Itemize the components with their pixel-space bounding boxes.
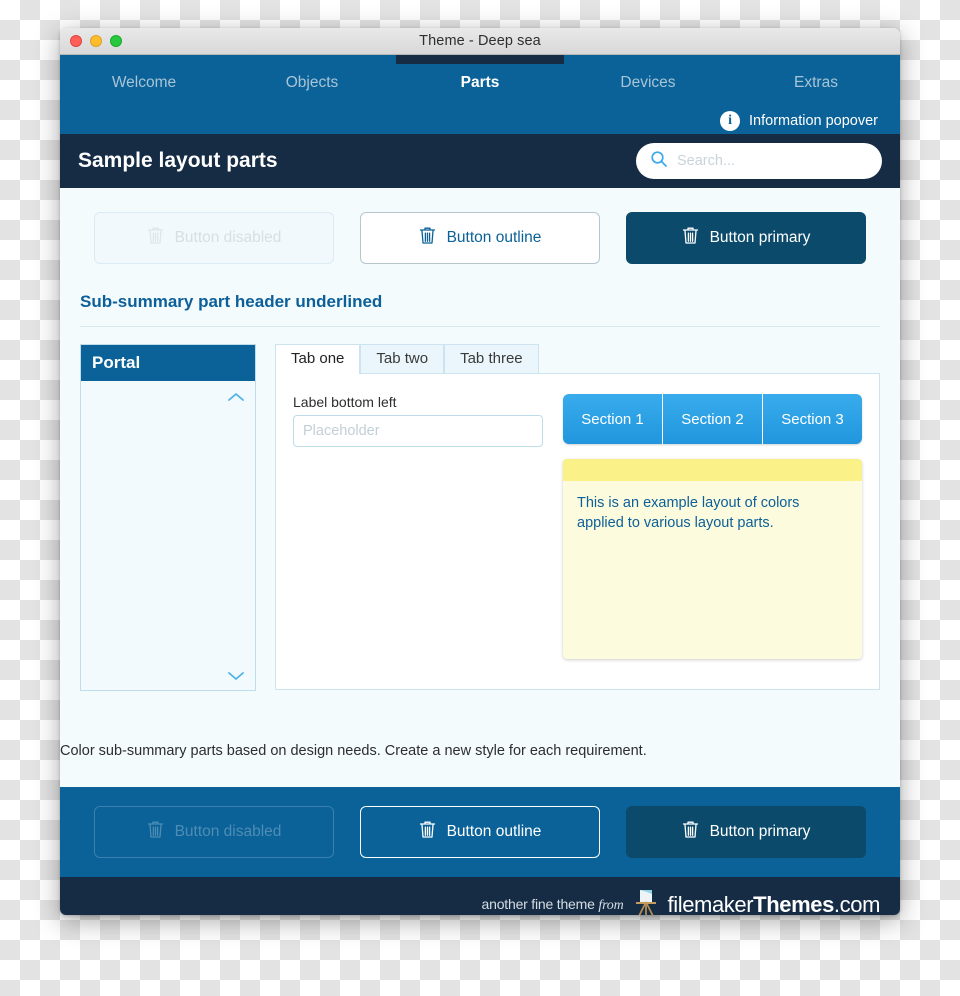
chevron-up-icon[interactable] — [227, 390, 245, 402]
nav-tab-extras[interactable]: Extras — [732, 55, 900, 107]
search-box[interactable] — [636, 143, 882, 179]
segmented-control: Section 1 Section 2 Section 3 — [563, 394, 862, 444]
segment-section-3[interactable]: Section 3 — [763, 394, 862, 444]
bottom-button-primary[interactable]: Button primary — [626, 806, 866, 858]
tab-panel: Tab one Tab two Tab three Label bottom l… — [275, 343, 880, 691]
tab-content-left: Label bottom left — [293, 394, 543, 672]
trash-icon — [682, 226, 699, 250]
information-popover-button[interactable]: i Information popover — [720, 107, 878, 134]
app-window: Theme - Deep sea Welcome Objects Parts D… — [60, 28, 900, 915]
segment-section-1[interactable]: Section 1 — [563, 394, 663, 444]
navbar-tab-list: Welcome Objects Parts Devices Extras — [60, 55, 900, 107]
search-icon — [650, 150, 668, 173]
footer-brand-bold: Themes — [753, 892, 834, 915]
tab-label: Tab one — [291, 349, 345, 367]
bottom-button-disabled: Button disabled — [94, 806, 334, 858]
top-button-row: Button disabled Button outline Button pr… — [60, 188, 900, 282]
nav-tab-devices[interactable]: Devices — [564, 55, 732, 107]
footer-brand-tld: .com — [833, 892, 880, 915]
footer-tagline-text: another fine theme — [481, 896, 599, 912]
footer-brand: filemakerThemes.com — [667, 892, 881, 915]
trash-icon — [147, 820, 164, 844]
bottom-button-row: Button disabled Button outline Button pr… — [94, 806, 866, 858]
footer-button-band: Button disabled Button outline Button pr… — [60, 787, 900, 877]
window-titlebar: Theme - Deep sea — [60, 28, 900, 55]
minimize-button[interactable] — [90, 35, 102, 47]
bottom-button-outline[interactable]: Button outline — [360, 806, 600, 858]
sub-summary-title: Sub-summary part header underlined — [80, 292, 383, 311]
nav-tab-welcome[interactable]: Welcome — [60, 55, 228, 107]
button-label: Button primary — [709, 823, 811, 840]
nav-tab-label: Extras — [794, 74, 838, 91]
tab-one[interactable]: Tab one — [275, 343, 361, 376]
note-card-header — [563, 459, 862, 481]
window-controls[interactable] — [70, 35, 122, 47]
note-card: This is an example layout of colors appl… — [563, 459, 862, 659]
segment-label: Section 2 — [681, 410, 744, 428]
close-button[interactable] — [70, 35, 82, 47]
info-circle-icon: i — [720, 110, 741, 131]
easel-icon — [633, 888, 659, 915]
caption-text: Color sub-summary parts based on design … — [60, 743, 647, 759]
nav-tab-label: Devices — [620, 74, 676, 91]
nav-tab-objects[interactable]: Objects — [228, 55, 396, 107]
portal-header: Portal — [81, 345, 255, 381]
button-label: Button primary — [709, 229, 811, 246]
footer-tagline-italic: from — [598, 898, 624, 913]
portal: Portal — [80, 344, 256, 691]
caption-row: Color sub-summary parts based on design … — [60, 691, 900, 787]
tab-label: Tab two — [376, 349, 429, 367]
trash-icon — [682, 820, 699, 844]
search-input[interactable] — [677, 153, 868, 169]
footer-logo-band: another fine theme from filemakerThemes.… — [60, 877, 900, 915]
tab-label: Tab three — [460, 349, 523, 367]
page-body: Button disabled Button outline Button pr… — [60, 188, 900, 787]
tab-three[interactable]: Tab three — [444, 343, 539, 374]
trash-icon — [419, 226, 436, 250]
footer-tagline: another fine theme from — [482, 896, 624, 914]
content-panel-row: Portal Tab one Tab two Tab three Label b… — [60, 327, 900, 691]
tab-strip: Tab one Tab two Tab three — [275, 343, 880, 376]
note-card-text: This is an example layout of colors appl… — [577, 495, 800, 532]
top-button-primary[interactable]: Button primary — [626, 212, 866, 264]
top-button-disabled: Button disabled — [94, 212, 334, 264]
tab-two[interactable]: Tab two — [360, 343, 445, 374]
zoom-button[interactable] — [110, 35, 122, 47]
chevron-down-icon[interactable] — [227, 669, 245, 681]
button-label: Button disabled — [174, 823, 282, 840]
tab-content-right: Section 1 Section 2 Section 3 This is an… — [563, 394, 862, 672]
portal-body[interactable] — [81, 381, 255, 690]
footer-brand-light: filemaker — [667, 892, 754, 915]
page-header: Sample layout parts — [60, 134, 900, 188]
segment-label: Section 3 — [781, 410, 844, 428]
segment-section-2[interactable]: Section 2 — [663, 394, 763, 444]
button-label: Button outline — [446, 823, 542, 840]
field-label: Label bottom left — [293, 394, 397, 410]
window-title: Theme - Deep sea — [419, 33, 541, 49]
segment-label: Section 1 — [581, 410, 644, 428]
information-popover-label: Information popover — [749, 112, 878, 129]
nav-tab-label: Welcome — [111, 74, 177, 91]
button-label: Button outline — [446, 229, 542, 246]
placeholder-field[interactable] — [293, 415, 543, 447]
page-title: Sample layout parts — [78, 149, 278, 172]
top-button-outline[interactable]: Button outline — [360, 212, 600, 264]
nav-tab-parts[interactable]: Parts — [396, 55, 564, 107]
trash-icon — [147, 226, 164, 250]
button-label: Button disabled — [174, 229, 282, 246]
primary-navbar: Welcome Objects Parts Devices Extras i I… — [60, 55, 900, 134]
trash-icon — [419, 820, 436, 844]
sub-summary-part: Sub-summary part header underlined — [80, 286, 880, 327]
nav-tab-label: Parts — [460, 74, 500, 91]
nav-tab-label: Objects — [285, 74, 339, 91]
tab-content: Label bottom left Section 1 Section 2 Se… — [275, 373, 880, 690]
